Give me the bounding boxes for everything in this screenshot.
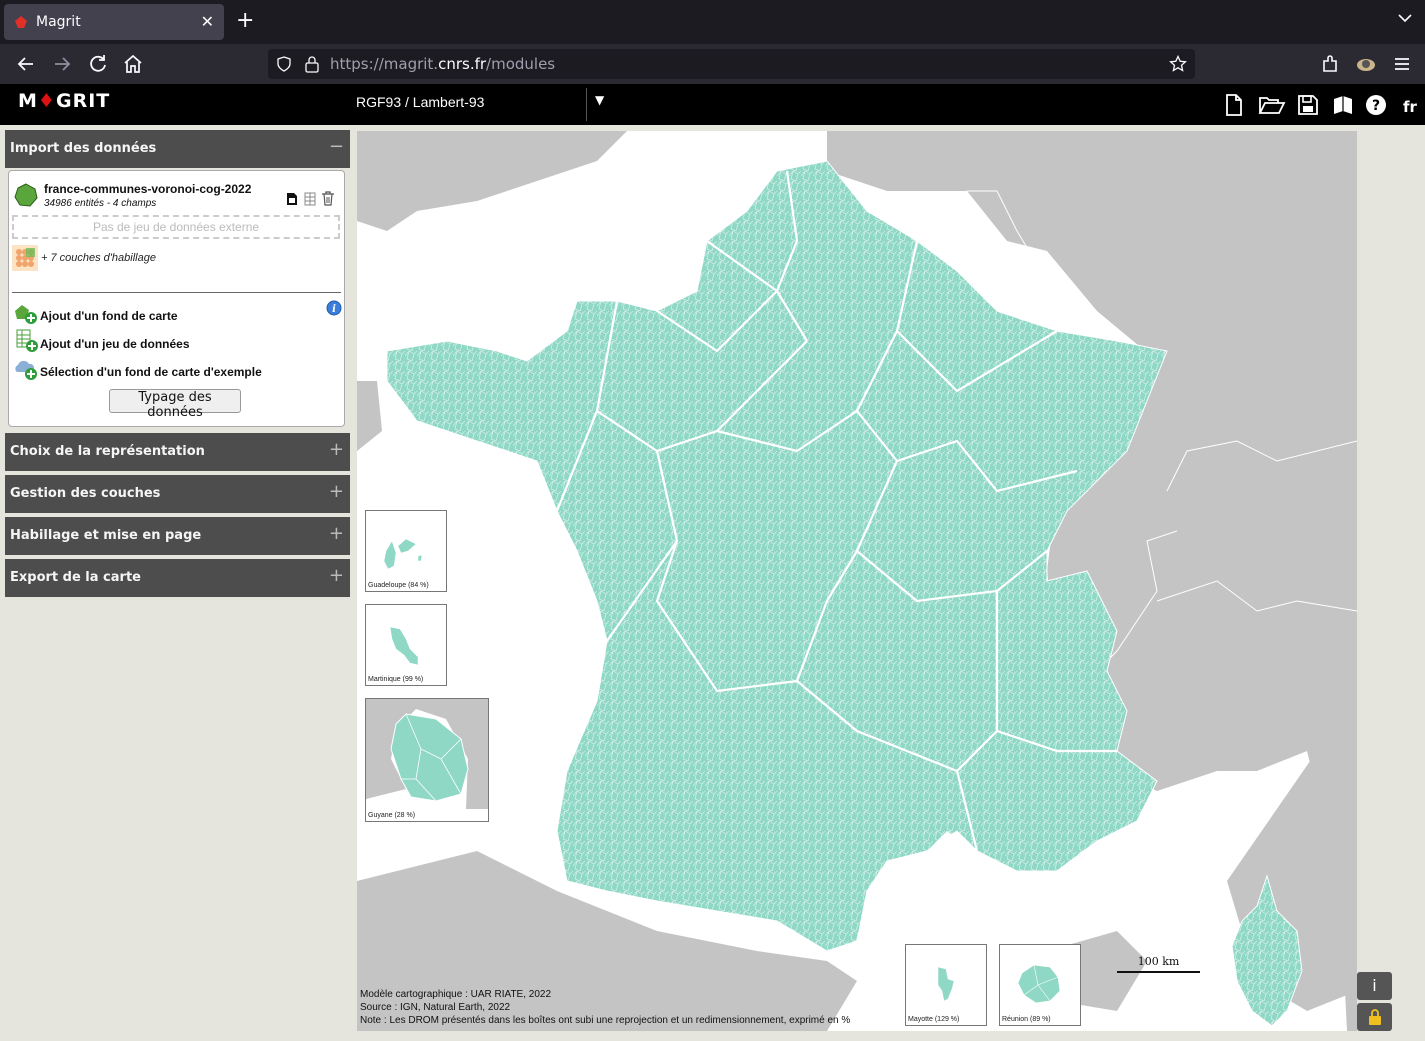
credit-line: Modèle cartographique : UAR RIATE, 2022 (360, 989, 552, 1000)
table-grid-icon[interactable] (304, 192, 316, 206)
language-toggle[interactable]: fr (1403, 98, 1417, 116)
panel-divider (12, 292, 341, 293)
save-icon[interactable] (1296, 93, 1320, 117)
magrit-logo: M♦GRIT (18, 90, 111, 112)
expand-icon[interactable]: + (329, 523, 344, 544)
layer-name: france-communes-voronoi-cog-2022 (44, 182, 252, 196)
inset-reunion[interactable]: Réunion (89 %) (999, 944, 1081, 1026)
trash-icon[interactable] (321, 191, 335, 206)
map-svg (357, 131, 1357, 1031)
expand-icon[interactable]: + (329, 565, 344, 586)
projection-select[interactable]: RGF93 / Lambert-93 (356, 94, 484, 110)
layout-layers-icon (12, 245, 38, 271)
app-header: M♦GRIT RGF93 / Lambert-93 ▼ ? fr (0, 84, 1425, 125)
inset-guyane[interactable]: Guyane (28 %) (365, 698, 489, 822)
external-dataset-placeholder: Pas de jeu de données externe (12, 215, 340, 239)
section-export-header[interactable]: Export de la carte + (5, 559, 350, 597)
help-icon[interactable]: ? (1364, 93, 1388, 117)
inset-caption: Martinique (99 %) (368, 676, 424, 683)
url-text: https://magrit.cnrs.fr/modules (330, 55, 556, 73)
inset-caption: Guadeloupe (84 %) (368, 582, 429, 589)
chevron-down-icon[interactable] (1397, 10, 1413, 26)
map-lock-button[interactable] (1357, 1003, 1392, 1031)
reunion-shape (1017, 964, 1061, 1004)
browser-navbar: https://magrit.cnrs.fr/modules (0, 44, 1425, 84)
home-icon[interactable] (121, 52, 145, 76)
close-tab-icon[interactable]: ✕ (201, 12, 214, 31)
lock-icon (1368, 1009, 1381, 1025)
info-icon[interactable]: i (326, 300, 342, 316)
section-import-header[interactable]: Import des données − (5, 130, 350, 168)
section-layout-header[interactable]: Habillage et mise en page + (5, 517, 350, 555)
add-dataset-label: Ajout d'un jeu de données (40, 337, 190, 351)
svg-text:?: ? (1372, 98, 1380, 114)
section-label: Gestion des couches (10, 486, 161, 501)
section-label: Export de la carte (10, 570, 141, 585)
cloud-add-icon (15, 360, 37, 380)
projection-divider (586, 88, 587, 121)
profile-avatar-icon[interactable] (1354, 52, 1378, 76)
layer-info: 34986 entités - 4 champs (44, 198, 157, 209)
section-label: Habillage et mise en page (10, 528, 202, 543)
extensions-icon[interactable] (1318, 52, 1342, 76)
add-basemap-label: Ajout d'un fond de carte (40, 309, 178, 323)
reload-icon[interactable] (86, 52, 110, 76)
new-tab-icon[interactable]: + (236, 8, 254, 34)
section-label: Choix de la représentation (10, 444, 205, 459)
sample-basemap-label: Sélection d'un fond de carte d'exemple (40, 365, 262, 379)
hamburger-menu-icon[interactable] (1390, 52, 1414, 76)
map-canvas[interactable]: Guadeloupe (84 %) Martinique (99 %) Guya… (357, 131, 1357, 1031)
tab-title: Magrit (36, 14, 81, 30)
credit-line: Source : IGN, Natural Earth, 2022 (360, 1002, 511, 1013)
section-label: Import des données (10, 141, 157, 156)
lock-icon[interactable] (304, 55, 320, 73)
expand-icon[interactable]: + (329, 481, 344, 502)
data-typing-button[interactable]: Typage des données (109, 389, 241, 420)
import-panel: france-communes-voronoi-cog-2022 34986 e… (8, 170, 345, 427)
browser-tabbar: Magrit ✕ + (0, 0, 1425, 44)
shield-icon[interactable] (276, 56, 292, 72)
map-info-button[interactable]: i (1357, 972, 1392, 1000)
mayotte-shape (937, 966, 955, 1002)
guyane-shape (366, 699, 488, 809)
attribute-table-icon[interactable] (286, 192, 298, 206)
map-credits[interactable]: Modèle cartographique : UAR RIATE, 2022 … (360, 988, 850, 1027)
inset-caption: Mayotte (129 %) (908, 1016, 960, 1023)
open-folder-icon[interactable] (1258, 93, 1286, 117)
browser-tab[interactable]: Magrit ✕ (4, 4, 224, 40)
projection-dropdown-icon[interactable]: ▼ (595, 93, 604, 107)
polygon-layer-icon (14, 183, 38, 207)
new-project-icon[interactable] (1222, 93, 1246, 117)
bookmark-star-icon[interactable] (1169, 55, 1187, 73)
url-bar[interactable]: https://magrit.cnrs.fr/modules (268, 49, 1195, 79)
svg-text:i: i (332, 304, 336, 315)
forward-arrow-icon[interactable] (50, 52, 74, 76)
section-layers-header[interactable]: Gestion des couches + (5, 475, 350, 513)
inset-guadeloupe[interactable]: Guadeloupe (84 %) (365, 510, 447, 592)
expand-icon[interactable]: + (329, 439, 344, 460)
layout-layers-count: + 7 couches d'habillage (41, 252, 156, 264)
inset-caption: Guyane (28 %) (368, 812, 416, 819)
magrit-favicon-icon (15, 16, 27, 28)
martinique-shape (389, 626, 419, 666)
collapse-icon[interactable]: − (329, 136, 344, 157)
back-arrow-icon[interactable] (14, 52, 38, 76)
add-dataset-icon (16, 329, 38, 352)
inset-martinique[interactable]: Martinique (99 %) (365, 604, 447, 686)
inset-mayotte[interactable]: Mayotte (129 %) (905, 944, 987, 1026)
guadeloupe-shape (383, 538, 423, 570)
documentation-book-icon[interactable] (1331, 93, 1355, 117)
section-representation-header[interactable]: Choix de la représentation + (5, 433, 350, 471)
credit-line: Note : Les DROM présentés dans les boîte… (360, 1015, 851, 1026)
add-basemap-icon (15, 305, 37, 324)
scale-bar[interactable]: 100 km (1117, 955, 1200, 973)
inset-caption: Réunion (89 %) (1002, 1016, 1051, 1023)
